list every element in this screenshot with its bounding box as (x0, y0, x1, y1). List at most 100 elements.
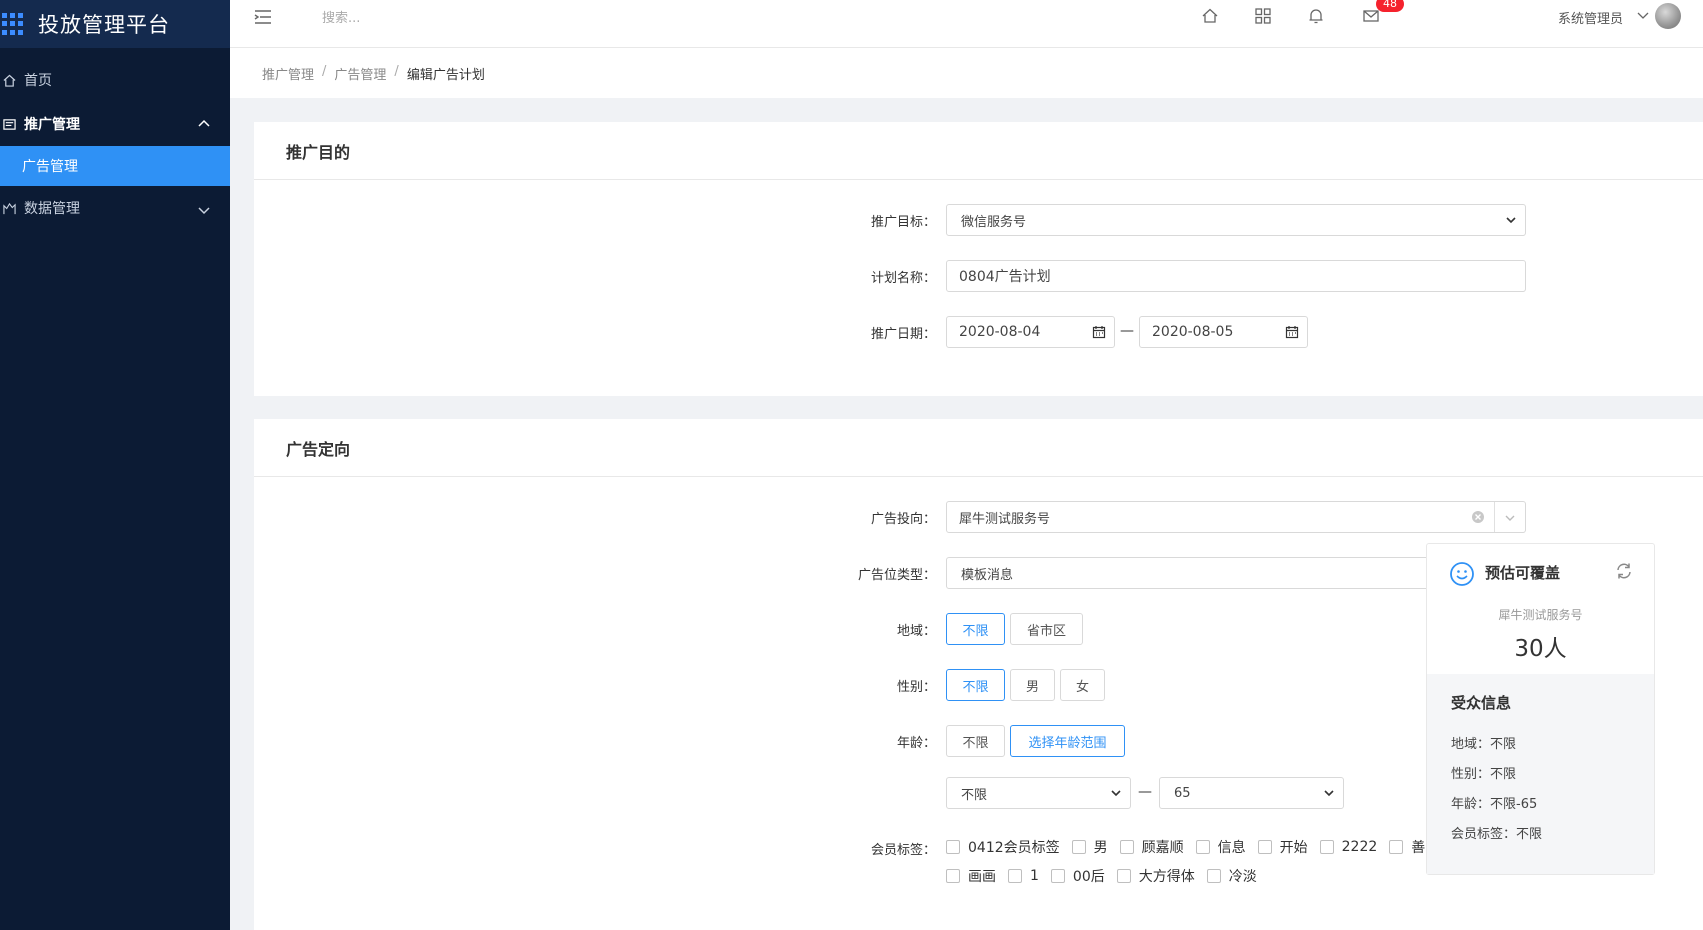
chevron-down-icon[interactable] (1503, 511, 1517, 525)
chevron-down-icon (198, 207, 210, 215)
tag-checkbox[interactable]: 1 (1008, 868, 1039, 884)
region-unlimited-button[interactable]: 不限 (946, 613, 1005, 645)
checkbox[interactable] (1195, 840, 1210, 854)
target-value: 微信服务号 (961, 214, 1027, 230)
sidebar-item-data[interactable]: 数据管理 (0, 186, 230, 230)
app-title: 投放管理平台 (38, 13, 170, 37)
smile-icon (1450, 562, 1474, 586)
breadcrumb: 推广管理 / 广告管理 / 编辑广告计划 (262, 64, 485, 83)
gender-male-button[interactable]: 男 (1010, 669, 1055, 701)
tag-checkbox[interactable]: 00后 (1050, 866, 1105, 886)
apps-icon[interactable] (1253, 6, 1273, 26)
breadcrumb-separator: / (322, 64, 327, 79)
checkbox[interactable] (1008, 869, 1022, 883)
age-max-select[interactable]: 65 (1159, 777, 1344, 809)
end-date-input[interactable]: 2020-08-05 (1139, 316, 1308, 348)
calendar-icon[interactable] (1285, 325, 1299, 339)
estimate-title: 预估可覆盖 (1485, 564, 1561, 582)
tag-label: 男 (1093, 840, 1108, 856)
region-label: 地域： (896, 624, 936, 639)
app-grid-icon (2, 13, 24, 35)
audience-info: 受众信息 地域：不限 性别：不限 年龄：不限-65 会员标签：不限 (1427, 674, 1654, 874)
target-select[interactable]: 微信服务号 (946, 204, 1526, 236)
clear-icon[interactable] (1471, 510, 1485, 524)
tag-label: 画画 (968, 869, 996, 885)
age-min-value: 不限 (961, 787, 988, 803)
checkbox[interactable] (1050, 869, 1065, 883)
chart-icon (2, 201, 16, 215)
estimate-count: 30人 (1514, 636, 1567, 662)
checkbox[interactable] (1119, 840, 1134, 854)
chevron-down-icon[interactable] (1636, 8, 1650, 22)
sidebar: 投放管理平台 首页 推广管理 广告管理 数据管理 (0, 0, 230, 930)
date-separator: — (1120, 323, 1134, 339)
checkbox[interactable] (1116, 869, 1131, 883)
tag-label: 冷淡 (1228, 869, 1257, 885)
avatar[interactable] (1655, 3, 1681, 29)
age-unlimited-button[interactable]: 不限 (946, 725, 1005, 757)
sidebar-item-home[interactable]: 首页 (0, 58, 230, 102)
tag-checkbox[interactable]: 开始 (1257, 837, 1308, 857)
user-name[interactable]: 系统管理员 (1558, 8, 1623, 27)
search-input[interactable] (322, 8, 522, 28)
checkbox[interactable] (946, 840, 960, 854)
sidebar-item-label: 数据管理 (24, 201, 80, 217)
tag-label: 00后 (1072, 869, 1105, 885)
refresh-icon[interactable] (1614, 561, 1634, 581)
breadcrumb-current: 编辑广告计划 (406, 68, 485, 83)
calendar-icon[interactable] (1092, 325, 1106, 339)
age-separator: — (1138, 784, 1152, 800)
chevron-down-icon (1506, 217, 1516, 224)
sidebar-item-promotion[interactable]: 推广管理 (0, 102, 230, 146)
divider (1494, 502, 1495, 532)
tag-checkbox[interactable]: 顾嘉顺 (1119, 837, 1184, 857)
tag-checkbox[interactable]: 画画 (946, 866, 996, 886)
breadcrumb-item[interactable]: 广告管理 (334, 64, 386, 83)
bell-icon[interactable] (1306, 6, 1326, 26)
tag-label: 1 (1030, 868, 1039, 884)
date-label: 推广日期： (870, 327, 936, 342)
age-max-value: 65 (1174, 785, 1191, 801)
slot-type-label: 广告位类型： (857, 568, 936, 583)
gender-unlimited-button[interactable]: 不限 (946, 669, 1005, 701)
list-icon (2, 117, 16, 131)
tag-checkbox[interactable]: 信息 (1195, 837, 1246, 857)
checkbox[interactable] (1389, 840, 1404, 854)
tag-checkbox[interactable]: 男 (1071, 837, 1108, 857)
estimate-panel: 预估可覆盖 犀牛测试服务号 30人 受众信息 地域：不限 性别：不限 年龄：不限… (1426, 543, 1655, 875)
estimate-summary: 预估可覆盖 犀牛测试服务号 30人 (1427, 544, 1654, 674)
breadcrumb-item[interactable]: 推广管理 (262, 64, 314, 83)
home-icon[interactable] (1200, 6, 1220, 26)
menu-toggle-icon[interactable] (252, 7, 274, 27)
audience-title: 受众信息 (1451, 694, 1512, 712)
tag-checkbox[interactable]: 2222 (1319, 839, 1377, 855)
section-title: 推广目的 (254, 122, 1703, 180)
tag-checkbox[interactable]: 大方得体 (1116, 866, 1195, 886)
member-tags-row: 画画 1 00后 大方得体 冷淡 (946, 866, 1269, 886)
checkbox[interactable] (946, 869, 960, 883)
gender-female-button[interactable]: 女 (1060, 669, 1105, 701)
checkbox[interactable] (1206, 869, 1221, 883)
breadcrumb-bar: 推广管理 / 广告管理 / 编辑广告计划 (230, 48, 1703, 98)
region-province-button[interactable]: 省市区 (1010, 613, 1083, 645)
age-label: 年龄： (896, 736, 936, 751)
checkbox[interactable] (1257, 840, 1272, 854)
checkbox[interactable] (1319, 840, 1334, 854)
direction-label: 广告投向： (870, 512, 936, 527)
slot-type-value: 模板消息 (961, 567, 1014, 583)
sidebar-item-ad-management[interactable]: 广告管理 (0, 146, 230, 186)
tag-checkbox[interactable]: 0412会员标签 (946, 837, 1060, 857)
plan-name-input[interactable]: 0804广告计划 (946, 260, 1526, 292)
chevron-up-icon (198, 119, 210, 127)
tag-checkbox[interactable]: 冷淡 (1206, 866, 1257, 886)
sidebar-item-label: 推广管理 (24, 117, 80, 133)
tag-label: 顾嘉顺 (1141, 840, 1184, 856)
audience-region: 地域：不限 (1451, 737, 1517, 752)
direction-select[interactable]: 犀牛测试服务号 (946, 501, 1526, 533)
plan-name-value: 0804广告计划 (959, 269, 1051, 285)
age-range-button[interactable]: 选择年龄范围 (1010, 725, 1125, 757)
start-date-input[interactable]: 2020-08-04 (946, 316, 1115, 348)
age-min-select[interactable]: 不限 (946, 777, 1131, 809)
checkbox[interactable] (1071, 840, 1086, 854)
sidebar-item-label: 首页 (24, 73, 52, 89)
